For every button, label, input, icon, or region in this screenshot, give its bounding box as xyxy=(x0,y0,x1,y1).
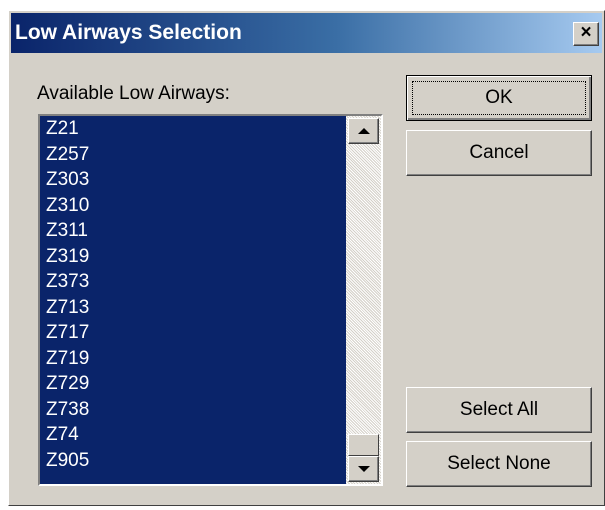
down-arrow-icon xyxy=(357,466,370,472)
list-item[interactable]: Z738 xyxy=(40,397,346,423)
list-item[interactable]: Z311 xyxy=(40,218,346,244)
ok-button-label: OK xyxy=(485,87,513,108)
list-item[interactable]: Z303 xyxy=(40,167,346,193)
list-item[interactable]: Z21 xyxy=(40,116,346,142)
ok-button[interactable]: OK xyxy=(406,75,592,121)
title-bar[interactable]: Low Airways Selection × xyxy=(11,13,602,53)
cancel-button-label: Cancel xyxy=(469,142,529,163)
list-item[interactable]: Z310 xyxy=(40,193,346,219)
available-low-airways-label: Available Low Airways: xyxy=(37,83,230,104)
list-item[interactable]: Z319 xyxy=(40,244,346,270)
close-icon: × xyxy=(580,22,592,43)
list-item[interactable]: Z905 xyxy=(40,448,346,474)
cancel-button[interactable]: Cancel xyxy=(406,130,592,176)
scroll-down-button[interactable] xyxy=(348,456,379,482)
up-arrow-icon xyxy=(357,128,370,134)
vertical-scrollbar[interactable] xyxy=(346,116,381,484)
scrollbar-thumb[interactable] xyxy=(348,434,379,456)
list-item[interactable]: Z373 xyxy=(40,269,346,295)
low-airways-dialog: Low Airways Selection × Available Low Ai… xyxy=(8,10,605,506)
list-item[interactable]: Z257 xyxy=(40,142,346,168)
close-button[interactable]: × xyxy=(573,22,599,46)
select-none-button[interactable]: Select None xyxy=(406,441,592,487)
list-item[interactable]: Z729 xyxy=(40,371,346,397)
list-item[interactable]: Z713 xyxy=(40,295,346,321)
select-none-button-label: Select None xyxy=(447,453,551,474)
low-airways-listbox[interactable]: Z21 Z257 Z303 Z310 Z311 Z319 Z373 Z713 Z… xyxy=(38,114,383,486)
list-items-container: Z21 Z257 Z303 Z310 Z311 Z319 Z373 Z713 Z… xyxy=(40,116,346,484)
dialog-title: Low Airways Selection xyxy=(15,21,242,44)
scroll-up-button[interactable] xyxy=(348,118,379,144)
select-all-button-label: Select All xyxy=(459,399,539,420)
list-item[interactable]: Z74 xyxy=(40,422,346,448)
list-item[interactable]: Z719 xyxy=(40,346,346,372)
list-item[interactable]: Z717 xyxy=(40,320,346,346)
select-all-button[interactable]: Select All xyxy=(406,387,592,433)
